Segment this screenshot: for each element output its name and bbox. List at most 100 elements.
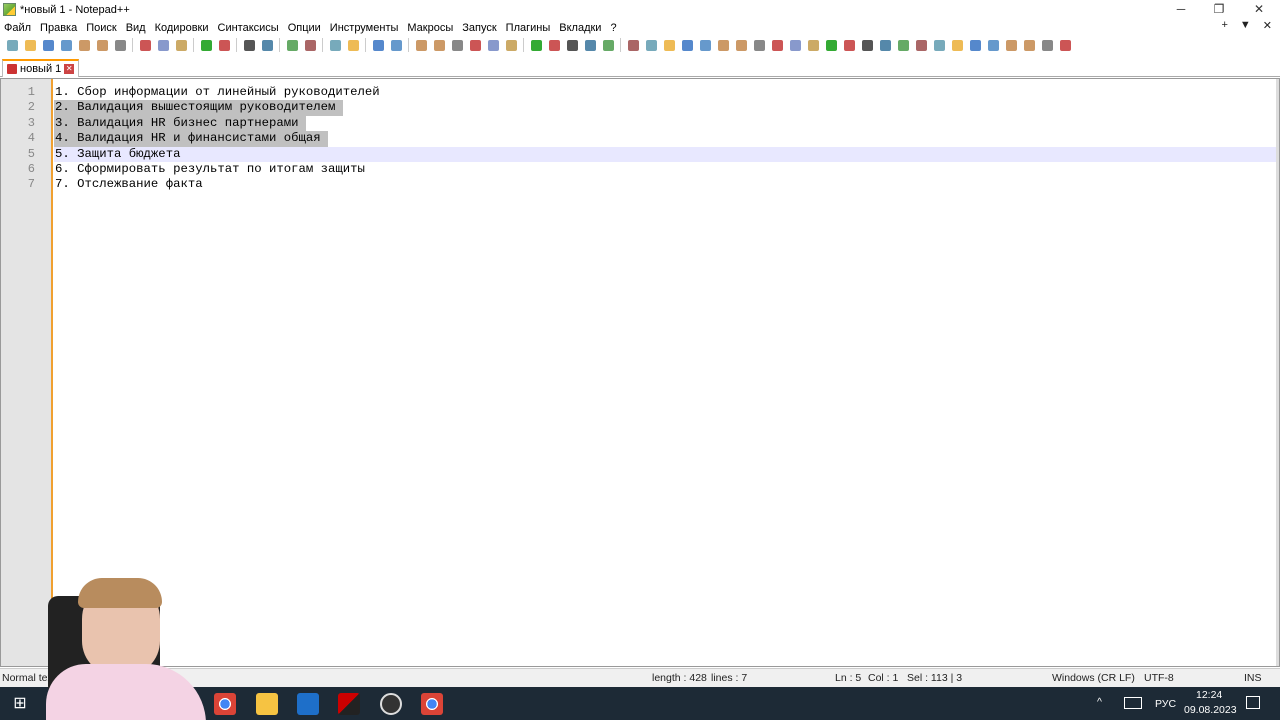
editor-line[interactable]: 7. Отслежвание факта [54, 177, 203, 192]
plugin-icon[interactable] [1039, 38, 1055, 52]
save-all-icon[interactable] [58, 38, 74, 52]
input-language[interactable]: РУС [1155, 698, 1176, 710]
replace-icon[interactable] [259, 38, 275, 52]
menu-10[interactable]: Плагины [506, 22, 551, 34]
menu-6[interactable]: Опции [288, 22, 321, 34]
scrollbar[interactable] [1276, 79, 1279, 666]
plugin-icon[interactable] [769, 38, 785, 52]
tray-chevron-icon[interactable]: ^ [1097, 696, 1102, 708]
clock-date[interactable]: 09.08.2023 [1184, 704, 1237, 716]
new-file-icon[interactable] [4, 38, 20, 52]
editor-line[interactable]: 4. Валидация HR и финансистами общая [54, 131, 329, 147]
new-tab-button[interactable]: + [1221, 19, 1227, 32]
menu-2[interactable]: Поиск [86, 22, 116, 34]
editor-line[interactable]: 5. Защита бюджета [54, 147, 180, 162]
plugin-icon[interactable] [859, 38, 875, 52]
show-all-chars-icon[interactable] [388, 38, 404, 52]
print-icon[interactable] [112, 38, 128, 52]
menu-8[interactable]: Макросы [407, 22, 453, 34]
indent-guide-icon[interactable] [413, 38, 429, 52]
stop-macro-icon[interactable] [546, 38, 562, 52]
copy-icon[interactable] [155, 38, 171, 52]
plugin-icon[interactable] [823, 38, 839, 52]
plugin-icon[interactable] [679, 38, 695, 52]
plugin-icon[interactable] [1003, 38, 1019, 52]
app-icon[interactable] [297, 693, 319, 715]
minimize-button[interactable]: ─ [1162, 0, 1200, 19]
run-macro-multiple-icon[interactable] [582, 38, 598, 52]
plugin-icon[interactable] [751, 38, 767, 52]
lang-icon[interactable] [431, 38, 447, 52]
editor-line[interactable]: 1. Сбор информации от линейный руководит… [54, 85, 380, 100]
menu-9[interactable]: Запуск [462, 22, 496, 34]
find-icon[interactable] [241, 38, 257, 52]
save-macro-icon[interactable] [600, 38, 616, 52]
sync-vertical-icon[interactable] [327, 38, 343, 52]
obs-icon[interactable] [380, 693, 402, 715]
plugin-icon[interactable] [949, 38, 965, 52]
tab-close-icon[interactable]: ✕ [64, 64, 75, 74]
doc-map-icon[interactable] [449, 38, 465, 52]
plugin-icon[interactable] [1057, 38, 1073, 52]
chrome-icon[interactable] [214, 693, 236, 715]
menu-5[interactable]: Синтаксисы [218, 22, 279, 34]
close-doc-button[interactable]: ✕ [1263, 19, 1272, 32]
plugin-icon[interactable] [985, 38, 1001, 52]
plugin-icon[interactable] [1021, 38, 1037, 52]
plugin-icon[interactable] [697, 38, 713, 52]
redo-icon[interactable] [216, 38, 232, 52]
menu-7[interactable]: Инструменты [330, 22, 399, 34]
plugin-icon[interactable] [913, 38, 929, 52]
cut-icon[interactable] [137, 38, 153, 52]
status-ln: Ln : 5 [835, 672, 862, 684]
close-icon[interactable] [76, 38, 92, 52]
paste-icon[interactable] [173, 38, 189, 52]
zoom-in-icon[interactable] [284, 38, 300, 52]
close-all-icon[interactable] [94, 38, 110, 52]
tab-list-dropdown[interactable]: ▼ [1240, 19, 1251, 32]
toolbar-separator [365, 38, 366, 52]
save-icon[interactable] [40, 38, 56, 52]
monitor-icon[interactable] [503, 38, 519, 52]
file-explorer-icon[interactable] [256, 693, 278, 715]
open-file-icon[interactable] [22, 38, 38, 52]
menu-3[interactable]: Вид [126, 22, 146, 34]
plugin-icon[interactable] [625, 38, 641, 52]
plugin-icon[interactable] [805, 38, 821, 52]
editor-line[interactable]: 3. Валидация HR бизнес партнерами [54, 115, 306, 132]
play-macro-icon[interactable] [564, 38, 580, 52]
tab-new-1[interactable]: новый 1 ✕ [2, 59, 80, 77]
undo-icon[interactable] [198, 38, 214, 52]
editor-line[interactable]: 6. Сформировать результат по итогам защи… [54, 162, 365, 177]
zoom-out-icon[interactable] [302, 38, 318, 52]
menu-1[interactable]: Правка [40, 22, 77, 34]
plugin-icon[interactable] [841, 38, 857, 52]
plugin-icon[interactable] [661, 38, 677, 52]
menu-4[interactable]: Кодировки [155, 22, 209, 34]
chrome-icon[interactable] [421, 693, 443, 715]
notifications-icon[interactable] [1246, 696, 1260, 709]
keyboard-icon[interactable] [1124, 697, 1142, 709]
plugin-icon[interactable] [877, 38, 893, 52]
plugin-icon[interactable] [787, 38, 803, 52]
folder-workspace-icon[interactable] [485, 38, 501, 52]
close-button[interactable]: ✕ [1240, 0, 1278, 19]
menu-0[interactable]: Файл [4, 22, 31, 34]
plugin-icon[interactable] [643, 38, 659, 52]
plugin-icon[interactable] [967, 38, 983, 52]
plugin-icon[interactable] [715, 38, 731, 52]
word-wrap-icon[interactable] [370, 38, 386, 52]
menu-11[interactable]: Вкладки [559, 22, 601, 34]
plugin-icon[interactable] [733, 38, 749, 52]
windows-start-icon[interactable]: ⊞ [9, 693, 31, 715]
record-macro-icon[interactable] [528, 38, 544, 52]
sync-horizontal-icon[interactable] [345, 38, 361, 52]
restore-button[interactable]: ❐ [1200, 0, 1238, 19]
app-icon[interactable] [338, 693, 360, 715]
function-list-icon[interactable] [467, 38, 483, 52]
editor-line[interactable]: 2. Валидация вышестоящим руководителем [54, 100, 343, 116]
clock-time[interactable]: 12:24 [1196, 689, 1222, 701]
menu-12[interactable]: ? [610, 22, 616, 34]
plugin-icon[interactable] [931, 38, 947, 52]
plugin-icon[interactable] [895, 38, 911, 52]
